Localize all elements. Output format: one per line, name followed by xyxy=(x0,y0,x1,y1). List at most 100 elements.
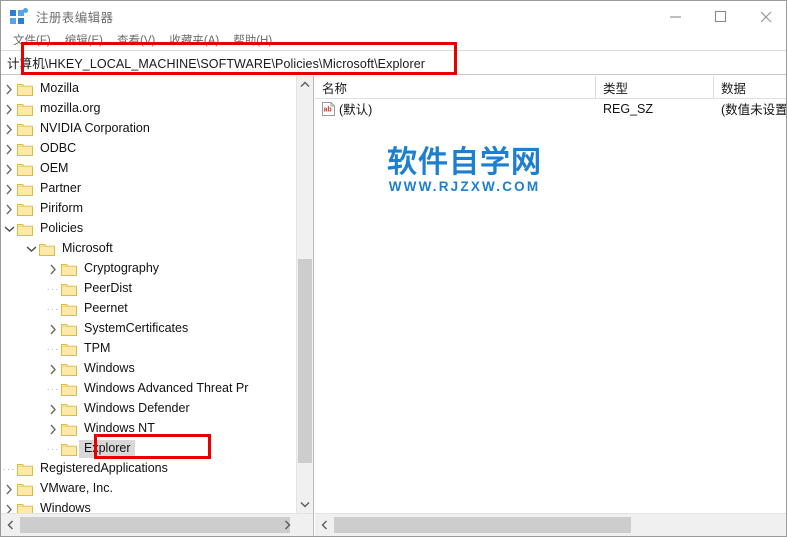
chevron-down-icon[interactable] xyxy=(23,239,39,259)
folder-icon xyxy=(17,199,35,219)
chevron-right-icon[interactable] xyxy=(45,319,61,339)
tree-node-label: Cryptography xyxy=(84,261,160,275)
tree-node-microsoft[interactable]: Microsoft xyxy=(1,239,297,259)
tree-node-nvidia-corporation[interactable]: NVIDIA Corporation xyxy=(1,119,297,139)
address-bar[interactable]: 计算机\HKEY_LOCAL_MACHINE\SOFTWARE\Policies… xyxy=(1,50,786,75)
tree-vertical-scrollbar[interactable] xyxy=(296,76,313,513)
scroll-left-arrow-icon[interactable] xyxy=(2,516,19,534)
tree-node-mozilla[interactable]: Mozilla xyxy=(1,79,297,99)
tree-line-icon: ··· xyxy=(46,303,60,315)
tree-node-windows[interactable]: Windows xyxy=(1,359,297,379)
chevron-right-icon[interactable] xyxy=(1,79,17,99)
tree-scroll-area: Mozilla mozilla.org NVIDIA Corporation ODBC… xyxy=(1,76,297,513)
close-button[interactable] xyxy=(743,1,786,32)
scroll-right-arrow-icon[interactable] xyxy=(279,516,296,534)
chevron-right-icon[interactable] xyxy=(1,179,17,199)
tree-node-oem[interactable]: OEM xyxy=(1,159,297,179)
list-hscroll-thumb[interactable] xyxy=(334,517,631,533)
tree-node-policies[interactable]: Policies xyxy=(1,219,297,239)
folder-icon xyxy=(61,339,79,359)
tree-node-label: Partner xyxy=(40,181,81,195)
tree-line-icon: ··· xyxy=(46,283,60,295)
menu-item-edit[interactable]: 编辑(E) xyxy=(58,32,110,50)
tree-node-label: PeerDist xyxy=(84,281,132,295)
tree-node-piriform[interactable]: Piriform xyxy=(1,199,297,219)
tree-scroll-thumb[interactable] xyxy=(298,259,312,463)
tree-hscroll-thumb[interactable] xyxy=(20,517,290,533)
chevron-right-icon[interactable] xyxy=(1,159,17,179)
column-header-0[interactable]: 名称 xyxy=(315,76,596,98)
minimize-button[interactable] xyxy=(653,1,698,32)
folder-icon xyxy=(17,499,35,513)
tree-node-registeredapplications[interactable]: ··· RegisteredApplications xyxy=(1,459,297,479)
chevron-right-icon[interactable] xyxy=(1,499,17,513)
tree-node-label: Windows Advanced Threat Pr xyxy=(84,381,249,395)
tree-line-icon: ··· xyxy=(2,463,16,475)
folder-icon xyxy=(17,459,35,479)
folder-icon xyxy=(17,219,35,239)
folder-icon xyxy=(61,299,79,319)
chevron-right-icon[interactable] xyxy=(1,199,17,219)
folder-icon xyxy=(61,439,79,459)
folder-icon xyxy=(17,139,35,159)
chevron-right-icon[interactable] xyxy=(45,419,61,439)
tree-node-label: Peernet xyxy=(84,301,128,315)
maximize-button[interactable] xyxy=(698,1,743,32)
tree-node-explorer[interactable]: ··· Explorer xyxy=(1,439,297,459)
tree-node-tpm[interactable]: ··· TPM xyxy=(1,339,297,359)
tree-node-windows-nt[interactable]: Windows NT xyxy=(1,419,297,439)
tree-line-icon: ··· xyxy=(46,383,60,395)
tree-node-cryptography[interactable]: Cryptography xyxy=(1,259,297,279)
menu-item-file[interactable]: 文件(F) xyxy=(6,32,58,50)
menu-item-help[interactable]: 帮助(H) xyxy=(226,32,279,50)
content-area: Mozilla mozilla.org NVIDIA Corporation ODBC… xyxy=(1,76,787,536)
chevron-right-icon[interactable] xyxy=(45,259,61,279)
menu-item-view[interactable]: 查看(V) xyxy=(110,32,162,50)
tree-node-label: mozilla.org xyxy=(40,101,101,115)
chevron-right-icon[interactable] xyxy=(1,479,17,499)
registry-editor-window: 注册表编辑器 文件(F) 编辑(E) 查看(V) 收藏夹(A) 帮助(H) 计算… xyxy=(0,0,787,537)
tree-node-peerdist[interactable]: ··· PeerDist xyxy=(1,279,297,299)
chevron-down-icon[interactable] xyxy=(1,219,17,239)
tree-node-odbc[interactable]: ODBC xyxy=(1,139,297,159)
tree-node-label: Windows Defender xyxy=(84,401,190,415)
chevron-right-icon[interactable] xyxy=(1,139,17,159)
folder-icon xyxy=(61,319,79,339)
tree-node-vmware-inc[interactable]: VMware, Inc. xyxy=(1,479,297,499)
folder-icon xyxy=(61,379,79,399)
tree-node-label: Windows NT xyxy=(84,421,155,435)
values-list-header: 名称 类型 数据 xyxy=(315,76,786,99)
tree-node-label: Explorer xyxy=(79,440,135,458)
tree-node-mozilla-org[interactable]: mozilla.org xyxy=(1,99,297,119)
address-path-text[interactable]: 计算机\HKEY_LOCAL_MACHINE\SOFTWARE\Policies… xyxy=(7,53,425,72)
tree-node-peernet[interactable]: ··· Peernet xyxy=(1,299,297,319)
tree-node-windows-advanced-threat-pr[interactable]: ··· Windows Advanced Threat Pr xyxy=(1,379,297,399)
tree-node-systemcertificates[interactable]: SystemCertificates xyxy=(1,319,297,339)
column-header-2[interactable]: 数据 xyxy=(714,76,786,98)
list-scroll-left-arrow-icon[interactable] xyxy=(316,516,333,534)
window-title: 注册表编辑器 xyxy=(36,11,114,25)
tree-node-windows[interactable]: Windows xyxy=(1,499,297,513)
list-horizontal-scrollbar[interactable] xyxy=(315,513,786,536)
tree-node-windows-defender[interactable]: Windows Defender xyxy=(1,399,297,419)
folder-icon xyxy=(17,179,35,199)
value-name-cell[interactable]: ab (默认) xyxy=(315,98,603,119)
chevron-right-icon[interactable] xyxy=(45,399,61,419)
tree-horizontal-scrollbar[interactable] xyxy=(1,513,313,536)
folder-icon xyxy=(61,359,79,379)
column-header-1[interactable]: 类型 xyxy=(596,76,714,98)
tree-line-icon: ··· xyxy=(46,343,60,355)
folder-icon xyxy=(17,119,35,139)
tree-node-partner[interactable]: Partner xyxy=(1,179,297,199)
tree-node-label: Microsoft xyxy=(62,241,113,255)
chevron-right-icon[interactable] xyxy=(1,99,17,119)
table-row[interactable]: ab (默认) REG_SZ (数值未设置 xyxy=(315,98,787,119)
chevron-right-icon[interactable] xyxy=(1,119,17,139)
tree-node-label: TPM xyxy=(84,341,111,355)
scroll-down-arrow-icon[interactable] xyxy=(297,496,313,513)
value-data-cell: (数值未设置 xyxy=(721,103,787,117)
menu-item-favorites[interactable]: 收藏夹(A) xyxy=(162,32,226,50)
svg-text:ab: ab xyxy=(324,106,332,113)
chevron-right-icon[interactable] xyxy=(45,359,61,379)
scroll-up-arrow-icon[interactable] xyxy=(297,76,313,93)
